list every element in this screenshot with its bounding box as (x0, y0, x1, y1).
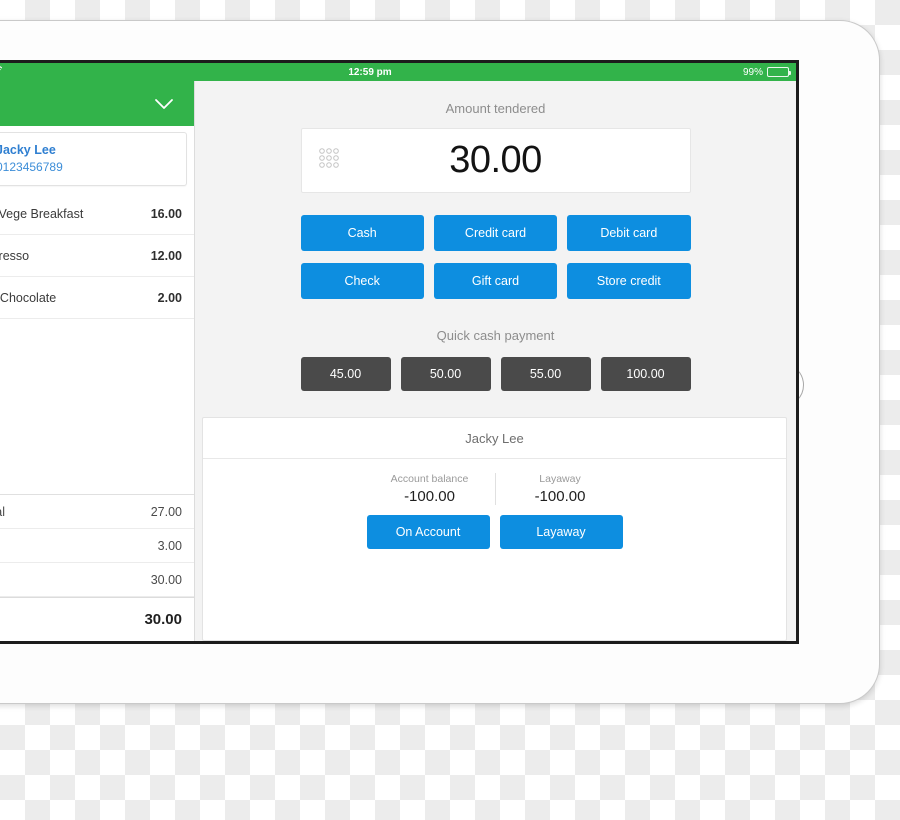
total-value: 27.00 (150, 504, 182, 519)
customer-text: Jacky Lee 0123456789 (0, 143, 63, 174)
customer-name: Jacky Lee (0, 143, 56, 158)
quick-cash-50-00-button[interactable]: 50.00 (400, 357, 491, 391)
payment-method-gift-card-button[interactable]: Gift card (433, 263, 558, 299)
sidebar-header (0, 81, 194, 126)
payment-method-grid: Cash Credit card Debit card Check Gift card S… (300, 215, 691, 299)
layaway-button[interactable]: Layaway (499, 515, 623, 549)
quick-cash-100-00-button[interactable]: 100.00 (600, 357, 691, 391)
cart-item-row[interactable]: 2Espresso12.00 (0, 235, 194, 277)
total-row: Total30.00 (0, 563, 194, 597)
cart-item-price: 12.00 (150, 248, 182, 263)
chevron-down-icon[interactable] (152, 96, 176, 112)
payment-content: Amount tendered 30.00 Cash Credit card D… (195, 81, 796, 641)
customer-panel-title: Jacky Lee (203, 418, 786, 459)
total-row[interactable]: Tax3.00 (0, 529, 194, 563)
tablet-device-frame: No SIM 12:59 pm 99% (0, 20, 880, 704)
cart-sidebar: Jacky Lee 0123456789 1Big Vege Breakfast… (0, 81, 195, 641)
total-value: 3.00 (157, 538, 182, 553)
cart-item-name: Espresso (0, 248, 30, 263)
payment-method-debit-card-button[interactable]: Debit card (567, 215, 691, 251)
cart-item-name: Big Vege Breakfast (0, 206, 84, 221)
account-balance-block: Account balance -100.00 (365, 473, 495, 505)
account-balance-value: -100.00 (404, 488, 455, 505)
amount-tendered-value: 30.00 (449, 139, 542, 181)
ios-status-bar: No SIM 12:59 pm 99% (0, 63, 796, 81)
pay-value: 30.00 (144, 611, 182, 628)
cart-item-name: Hot Chocolate (0, 290, 57, 305)
amount-tendered-field[interactable]: 30.00 (300, 128, 691, 193)
battery-icon (767, 67, 791, 77)
status-bar-clock: 12:59 pm (348, 66, 392, 78)
cart-item-row[interactable]: 1Big Vege Breakfast16.00 (0, 193, 194, 235)
payment-method-store-credit-button[interactable]: Store credit (567, 263, 691, 299)
tablet-screen: No SIM 12:59 pm 99% (0, 63, 796, 641)
amount-tendered-label: Amount tendered (445, 101, 546, 116)
layaway-label: Layaway (539, 473, 581, 485)
keypad-grid-icon[interactable] (318, 147, 340, 174)
wifi-icon (0, 66, 3, 78)
selected-customer-card[interactable]: Jacky Lee 0123456789 (0, 132, 187, 186)
total-value: 30.00 (150, 572, 182, 587)
on-account-button[interactable]: On Account (366, 515, 490, 549)
cart-item-price: 2.00 (157, 290, 182, 305)
status-bar-left: No SIM (0, 66, 3, 78)
quick-cash-55-00-button[interactable]: 55.00 (500, 357, 591, 391)
payment-method-credit-card-button[interactable]: Credit card (433, 215, 558, 251)
cart-item-price: 16.00 (150, 206, 182, 221)
total-row: Sub-total 27.00 (0, 495, 194, 529)
customer-phone: 0123456789 (0, 160, 63, 175)
quick-cash-grid: 45.00 50.00 55.00 100.00 (300, 357, 691, 391)
cart-item-row[interactable]: 1Hot Chocolate2.00 (0, 277, 194, 319)
screen-bezel: No SIM 12:59 pm 99% (0, 60, 799, 644)
account-balance-label: Account balance (390, 473, 469, 485)
battery-percent-label: 99% (742, 66, 763, 78)
layaway-balance-block: Layaway -100.00 (494, 473, 625, 505)
pay-row[interactable]: Pay 30.00 (0, 597, 194, 641)
transparent-backdrop: No SIM 12:59 pm 99% (0, 0, 900, 820)
customer-account-panel: Jacky Lee Account balance -100.00 Layawa… (202, 417, 787, 641)
app-body: Jacky Lee 0123456789 1Big Vege Breakfast… (0, 81, 796, 641)
customer-panel-balances: Account balance -100.00 Layaway -100.00 (203, 459, 786, 505)
quick-cash-45-00-button[interactable]: 45.00 (300, 357, 391, 391)
customer-panel-actions: On Account Layaway (203, 515, 786, 549)
status-bar-right: 99% (742, 66, 791, 78)
layaway-value: -100.00 (534, 488, 586, 505)
cart-item-list: 1Big Vege Breakfast16.002Espresso12.001H… (0, 193, 194, 494)
total-label: Sub-total (0, 504, 6, 519)
order-totals: Sub-total 27.00 Tax3.00Total30.00 Pay 30.0… (0, 494, 194, 641)
payment-method-check-button[interactable]: Check (300, 263, 424, 299)
payment-method-cash-button[interactable]: Cash (300, 215, 424, 251)
quick-cash-label: Quick cash payment (436, 328, 555, 343)
